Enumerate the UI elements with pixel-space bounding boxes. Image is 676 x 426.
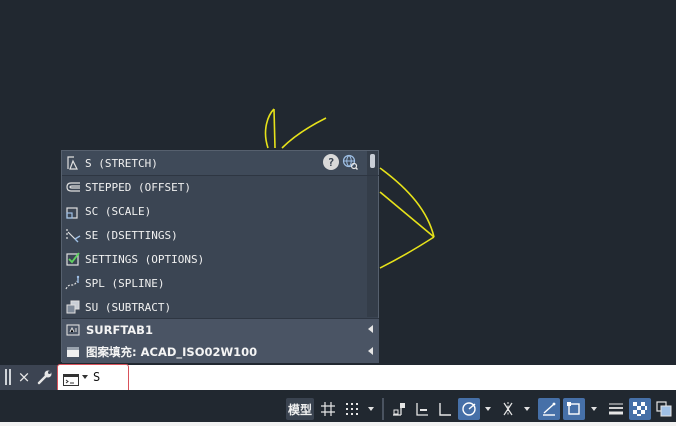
autocomplete-item-label: SU (SUBTRACT) xyxy=(85,300,172,314)
isodraft-button[interactable] xyxy=(497,398,519,420)
snap-button[interactable] xyxy=(341,398,363,420)
transparency-icon xyxy=(633,402,647,416)
autocomplete-item-label: SC (SCALE) xyxy=(85,204,152,218)
isodraft-dropdown[interactable] xyxy=(520,398,534,420)
scale-icon xyxy=(65,203,81,219)
autocomplete-item-label: SPL (SPLINE) xyxy=(85,276,165,290)
polar-tracking-button[interactable] xyxy=(458,398,480,420)
line-top xyxy=(273,108,276,149)
command-input[interactable]: S xyxy=(58,365,676,390)
arc-top xyxy=(281,117,327,149)
infer-constraints-icon xyxy=(393,403,405,416)
polar-tracking-dropdown[interactable] xyxy=(481,398,495,420)
isodraft-icon xyxy=(503,402,513,416)
autocomplete-item-label: STEPPED (OFFSET) xyxy=(85,180,191,194)
autocomplete-item[interactable]: S (STRETCH) ? xyxy=(62,151,367,175)
arc-bottom xyxy=(379,236,435,269)
arc-left xyxy=(264,108,275,149)
model-label: 模型 xyxy=(287,402,312,417)
autocomplete-item[interactable]: SPL (SPLINE) xyxy=(62,271,367,295)
wrench-icon[interactable] xyxy=(37,369,53,385)
model-space-button[interactable]: 模型 xyxy=(286,398,314,420)
lineweight-button[interactable] xyxy=(605,398,627,420)
scrollbar-thumb[interactable] xyxy=(370,154,375,168)
status-bar: 模型 xyxy=(0,396,676,422)
chevron-down-icon[interactable] xyxy=(82,375,88,379)
infer-constraints-button[interactable] xyxy=(388,398,410,420)
autocomplete-item-label: S (STRETCH) xyxy=(85,156,158,170)
autocomplete-group-label: SURFTAB1 xyxy=(86,323,153,337)
autocomplete-group-system-variable[interactable]: SURFTAB1 xyxy=(62,319,379,341)
autocomplete-item[interactable]: SU (SUBTRACT) xyxy=(62,295,367,319)
help-icon[interactable]: ? xyxy=(323,154,339,170)
stretch-icon xyxy=(65,155,81,171)
chevron-down-icon xyxy=(368,407,374,411)
object-snap-icon xyxy=(567,402,580,415)
autocomplete-group-hatch[interactable]: 图案填充: ACAD_ISO02W100 xyxy=(62,341,379,363)
snap-dropdown[interactable] xyxy=(364,398,378,420)
object-snap-tracking-icon xyxy=(543,402,556,416)
polar-tracking-icon xyxy=(462,402,476,416)
options-check-icon xyxy=(65,251,81,267)
grid-icon xyxy=(321,402,335,416)
autocomplete-item[interactable]: STEPPED (OFFSET) xyxy=(62,175,367,199)
offset-icon xyxy=(65,179,81,195)
chevron-down-icon xyxy=(524,407,530,411)
subtract-icon xyxy=(65,299,81,315)
object-snap-tracking-button[interactable] xyxy=(538,398,560,420)
object-snap-dropdown[interactable] xyxy=(587,398,601,420)
drawing-canvas[interactable]: S (STRETCH) ? STEPPED (OFFSET) SC (SCALE… xyxy=(0,0,676,365)
spline-icon xyxy=(65,275,81,291)
system-variable-icon xyxy=(66,324,80,336)
divider xyxy=(382,398,384,420)
ortho-button[interactable] xyxy=(434,398,456,420)
autocomplete-item-label: SETTINGS (OPTIONS) xyxy=(85,252,205,266)
selection-cycling-icon xyxy=(656,401,672,417)
selection-cycling-button[interactable] xyxy=(653,398,675,420)
chevron-down-icon xyxy=(591,407,597,411)
drag-handle-icon[interactable] xyxy=(5,369,11,385)
command-line: × S xyxy=(0,365,676,390)
autocomplete-popup: S (STRETCH) ? STEPPED (OFFSET) SC (SCALE… xyxy=(61,150,379,363)
dsettings-icon xyxy=(65,227,81,243)
line-right xyxy=(379,191,435,238)
close-icon[interactable]: × xyxy=(16,368,32,386)
autocomplete-item-label: SE (DSETTINGS) xyxy=(85,228,178,242)
expand-arrow-icon[interactable] xyxy=(368,325,373,333)
expand-arrow-icon[interactable] xyxy=(368,347,373,355)
lineweight-icon xyxy=(609,403,623,415)
autocomplete-item[interactable]: SC (SCALE) xyxy=(62,199,367,223)
autocomplete-item[interactable]: SETTINGS (OPTIONS) xyxy=(62,247,367,271)
ortho-icon xyxy=(439,403,451,416)
transparency-button[interactable] xyxy=(629,398,651,420)
hatch-pattern-icon xyxy=(66,346,80,358)
object-snap-button[interactable] xyxy=(563,398,585,420)
autocomplete-item[interactable]: SE (DSETTINGS) xyxy=(62,223,367,247)
snap-dots-icon xyxy=(346,403,358,415)
command-prompt-icon[interactable] xyxy=(63,371,79,386)
autocad-window: S (STRETCH) ? STEPPED (OFFSET) SC (SCALE… xyxy=(0,0,676,426)
dynamic-input-icon xyxy=(416,403,428,416)
grid-button[interactable] xyxy=(317,398,339,420)
command-input-value: S xyxy=(93,370,101,384)
internet-search-icon[interactable] xyxy=(342,154,358,170)
chevron-down-icon xyxy=(485,407,491,411)
arc-right xyxy=(379,167,435,238)
dynamic-input-button[interactable] xyxy=(411,398,433,420)
autocomplete-group-label: 图案填充: ACAD_ISO02W100 xyxy=(86,345,258,359)
